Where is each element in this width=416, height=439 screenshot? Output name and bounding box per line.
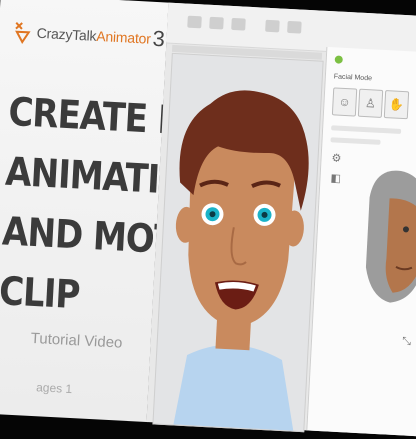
resize-icon[interactable]: ⤡ xyxy=(402,335,411,348)
panel-header: Facial Mode xyxy=(333,73,373,83)
status-dot xyxy=(334,55,343,64)
screen: CrazyTalkAnimator 3 CREATE FACIAL ANIMAT… xyxy=(0,0,416,438)
toolbar-button[interactable] xyxy=(265,19,280,33)
logo-text-accent: Animator xyxy=(95,27,152,47)
stage-viewport[interactable] xyxy=(152,52,324,433)
lock-icon[interactable]: ◧ xyxy=(330,171,341,185)
toolbar-button[interactable] xyxy=(287,20,302,34)
promo-title-line: CLIP xyxy=(0,268,81,319)
logo-version: 3 xyxy=(152,25,166,52)
panel-divider xyxy=(330,137,381,145)
logo-text-main: CrazyTalk xyxy=(36,24,97,44)
promo-title-line: CREATE FACIAL xyxy=(7,89,284,150)
app-logo: CrazyTalkAnimator 3 xyxy=(12,17,166,55)
promo-subtitle: Tutorial Video xyxy=(30,329,123,352)
app-window: ✕ Facial Mode ☺ ♙ ✋ ⚙ ◧ ⤡ xyxy=(146,2,416,438)
head-3d-preview xyxy=(365,170,416,303)
promo-title-line: AND MOTION xyxy=(1,208,244,268)
character-shirt xyxy=(173,344,294,431)
toolbar-button[interactable] xyxy=(209,16,224,30)
character-preview xyxy=(173,90,309,431)
toolbar-button[interactable] xyxy=(187,15,202,29)
body-mode-icon[interactable]: ♙ xyxy=(357,88,384,118)
logo-text: CrazyTalkAnimator xyxy=(36,25,151,47)
logo-icon xyxy=(15,21,31,44)
promo-title-line: ANIMATION xyxy=(4,149,216,206)
puppet-mode-icon[interactable]: ✋ xyxy=(383,90,410,120)
panel-divider xyxy=(331,125,402,134)
face-mode-icon[interactable]: ☺ xyxy=(331,87,358,117)
head-3d-face xyxy=(385,198,416,293)
promo-panel: CrazyTalkAnimator 3 CREATE FACIAL ANIMAT… xyxy=(0,0,284,423)
facial-panel: ✕ Facial Mode ☺ ♙ ✋ ⚙ ◧ ⤡ xyxy=(306,46,416,437)
toolbar-button[interactable] xyxy=(231,17,246,31)
wrench-icon[interactable]: ⚙ xyxy=(331,151,342,165)
promo-title: CREATE FACIAL ANIMATION AND MOTION CLIP xyxy=(0,82,284,329)
promo-footer: ages 1 xyxy=(35,380,73,397)
